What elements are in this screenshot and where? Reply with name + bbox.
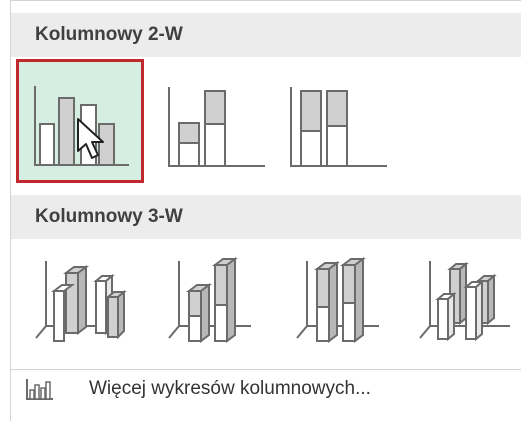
- stacked-column-tile[interactable]: [151, 59, 279, 183]
- 100-percent-stacked-column-icon: [290, 87, 387, 167]
- section-header-2d: Kolumnowy 2-W: [11, 13, 521, 57]
- column-chart-small-icon: [26, 379, 53, 400]
- 3d-clustered-column-tile[interactable]: [16, 241, 144, 365]
- 100-percent-stacked-column-tile[interactable]: [281, 59, 409, 183]
- 3d-column-tile[interactable]: [406, 241, 521, 365]
- 3d-100-percent-stacked-column-tile[interactable]: [281, 241, 409, 365]
- more-column-charts-item[interactable]: Więcej wykresów kolumnowych...: [11, 369, 521, 409]
- 3d-stacked-column-tile[interactable]: [151, 241, 279, 365]
- more-column-charts-label: Więcej wykresów kolumnowych...: [89, 378, 371, 399]
- 3d-column-icon: [419, 261, 510, 342]
- 3d-clustered-column-icon: [35, 261, 127, 342]
- 3d-stacked-column-icon: [168, 257, 251, 343]
- 3d-100-percent-stacked-column-icon: [296, 257, 379, 343]
- section-header-3d: Kolumnowy 3-W: [11, 195, 521, 239]
- section-title-3d: Kolumnowy 3-W: [35, 206, 183, 227]
- chart-type-dropdown: Kolumnowy 2-W Kolumnowy 3-W Więcej wykre…: [10, 0, 521, 421]
- section-title-2d: Kolumnowy 2-W: [35, 24, 183, 45]
- mouse-pointer-icon: [77, 118, 104, 159]
- stacked-column-icon: [168, 87, 265, 167]
